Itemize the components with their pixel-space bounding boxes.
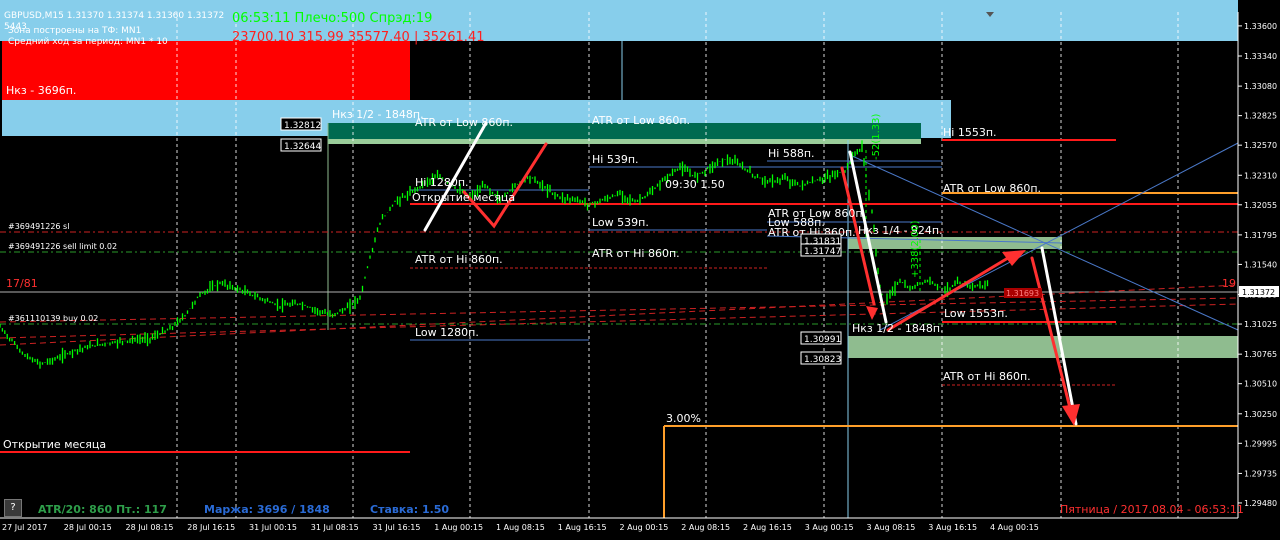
small-red-label: 1.31693 (1006, 289, 1039, 298)
price-box-5: 1.30991 (804, 335, 841, 345)
price-tick-label: 1.29480 (1244, 499, 1277, 508)
label-order-sl: #369491226 sl (8, 222, 69, 231)
time-tick-label: 31 Jul 08:15 (311, 523, 359, 532)
label-low-539: Low 539п. (592, 216, 649, 229)
time-tick-label: 31 Jul 00:15 (249, 523, 297, 532)
price-tick-label: 1.32055 (1244, 201, 1277, 210)
help-button[interactable]: ? (4, 499, 22, 517)
price-box-1: 1.32812 (284, 121, 321, 131)
price-tick-label: 1.29995 (1244, 439, 1277, 448)
price-tick-label: 1.33600 (1244, 22, 1277, 31)
price-tick-label: 1.33080 (1244, 82, 1277, 91)
time-tick-label: 3 Aug 00:15 (805, 523, 854, 532)
price-tick-label: 1.30510 (1244, 380, 1277, 389)
label-order-buy: #361110139 buy 0.02 (8, 314, 98, 323)
label-month-open-1: Открытие месяца (412, 191, 515, 204)
label-vert-green-1: -52(1.33) (871, 114, 882, 161)
label-left-marker: 17/81 (6, 277, 38, 290)
time-tick-label: 31 Jul 16:15 (373, 523, 421, 532)
symbol-info: GBPUSD,M15 1.31370 1.31374 1.31360 1.313… (4, 11, 225, 21)
trading-chart[interactable]: Нкз - 3696п. Нкз 1/2 - 1848п. ATR от Low… (0, 0, 1280, 536)
price-tick-label: 1.32310 (1244, 171, 1277, 180)
zone-nkz-half-bottom (848, 336, 1238, 358)
label-nkz-half: Нкз 1/2 - 1848п. (332, 108, 424, 121)
atr-info: ATR/20: 860 Пт.: 117 (38, 503, 167, 516)
label-pct: 3.00% (666, 412, 701, 425)
zone-info: Зона построены на ТФ: MN1 (8, 26, 142, 36)
price-box-4: 1.31747 (804, 247, 841, 257)
label-hi-588: Hi 588п. (768, 147, 815, 160)
price-tick-label: 1.31025 (1244, 320, 1277, 329)
label-nkz-3696: Нкз - 3696п. (6, 84, 76, 97)
margin-info: Маржа: 3696 / 1848 (204, 503, 330, 516)
label-month-open-2: Открытие месяца (3, 438, 106, 451)
datetime-info: Пятница / 2017.08.04 - 06:53:11 (1060, 503, 1244, 516)
current-price-label: 1.31372 (1242, 288, 1275, 297)
label-right-marker: 19 (1222, 277, 1236, 290)
label-hi-1553: Hi 1553п. (943, 126, 997, 139)
time-tick-label: 3 Aug 16:15 (928, 523, 977, 532)
price-tick-label: 1.32570 (1244, 141, 1277, 150)
price-box-2: 1.32644 (284, 142, 321, 152)
label-atr-low-2: ATR от Low 860п. (592, 114, 690, 127)
avg-range-info: Средний ход за период: MN1 * 10 (8, 37, 168, 47)
account-balance: 23700.10 315.99 35577.40 | 35261.41 (232, 30, 485, 45)
label-atr-low-1: ATR от Low 860п. (415, 116, 513, 129)
price-tick-label: 1.30765 (1244, 350, 1277, 359)
price-tick-label: 1.32825 (1244, 112, 1277, 121)
price-tick-label: 1.29735 (1244, 469, 1277, 478)
label-low-1553: Low 1553п. (944, 307, 1008, 320)
label-nkz-half-lower: Нкз 1/2 - 1848п. (852, 322, 944, 335)
time-tick-label: 3 Aug 08:15 (867, 523, 916, 532)
time-tick-label: 4 Aug 00:15 (990, 523, 1039, 532)
label-atr-low-3: ATR от Low 860п. (943, 182, 1041, 195)
chart-canvas[interactable]: Нкз - 3696п. Нкз 1/2 - 1848п. ATR от Low… (0, 0, 1280, 536)
price-tick-label: 1.30250 (1244, 410, 1277, 419)
label-hi-1280: Hi 1280п. (415, 176, 469, 189)
price-box-6: 1.30823 (804, 355, 841, 365)
price-tick-label: 1.31795 (1244, 231, 1277, 240)
label-order-sell: #369491226 sell limit 0.02 (8, 242, 117, 251)
time-axis-ticks: 27 Jul 2017 28 Jul 00:15 28 Jul 08:15 28 Ju… (2, 523, 1039, 532)
price-tick-label: 1.33340 (1244, 52, 1277, 61)
label-vert-green-2: +338(2.00) (910, 220, 921, 278)
time-tick-label: 1 Aug 08:15 (496, 523, 545, 532)
label-atr-hi-1: ATR от Hi 860п. (592, 247, 680, 260)
label-atr-hi-4: ATR от Hi 860п. (943, 370, 1031, 383)
label-nkz-quarter: Нкз 1/4 - 924п. (858, 224, 943, 237)
time-tick-label: 28 Jul 16:15 (187, 523, 235, 532)
time-tick-label: 2 Aug 08:15 (681, 523, 730, 532)
zone-nkz-half-lower (328, 139, 921, 144)
rate-info: Ставка: 1.50 (370, 503, 450, 516)
time-tick-label: 1 Aug 00:15 (434, 523, 483, 532)
time-tick-label: 1 Aug 16:15 (558, 523, 607, 532)
timer-leverage-spread: 06:53:11 Плечо:500 Спрэд:19 (232, 11, 433, 26)
time-tick-label: 28 Jul 00:15 (64, 523, 112, 532)
label-hi-539: Hi 539п. (592, 153, 639, 166)
time-tick-label: 28 Jul 08:15 (126, 523, 174, 532)
label-low-1280: Low 1280п. (415, 326, 479, 339)
price-tick-label: 1.31540 (1244, 260, 1277, 269)
time-tick-label: 27 Jul 2017 (2, 523, 47, 532)
time-tick-label: 2 Aug 00:15 (620, 523, 669, 532)
label-atr-hi-3: ATR от Hi 860п. (415, 253, 503, 266)
label-time: 09:30 1.50 (665, 178, 725, 191)
time-tick-label: 2 Aug 16:15 (743, 523, 792, 532)
